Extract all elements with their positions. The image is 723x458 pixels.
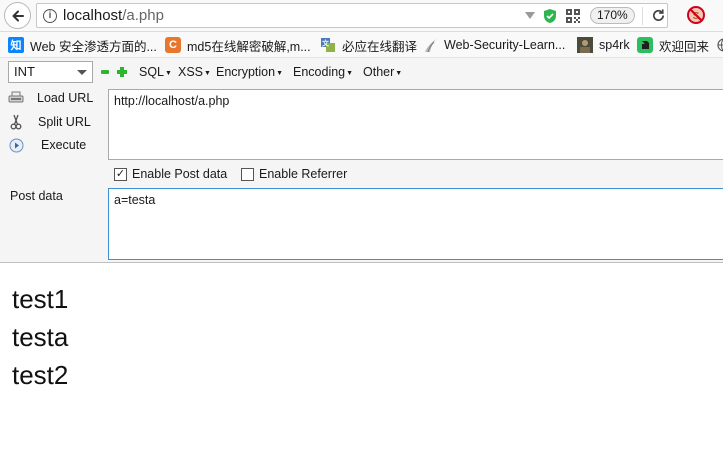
- enable-post-data-checkbox[interactable]: ✓ Enable Post data: [114, 167, 227, 181]
- menu-label: Encoding: [293, 65, 346, 79]
- bookmark-label: 欢迎回来: [659, 39, 710, 54]
- bookmark-label: 必应在线翻译: [342, 39, 418, 54]
- evernote-icon: [637, 37, 653, 53]
- enable-referrer-box[interactable]: [241, 167, 254, 181]
- cmd5-icon: C: [165, 37, 181, 53]
- scissors-icon: [8, 114, 24, 130]
- github-icon: [422, 37, 438, 53]
- load-url-icon: [8, 90, 24, 106]
- type-select-value: INT: [14, 64, 35, 79]
- svg-text:文: 文: [322, 39, 330, 48]
- zoom-level-badge[interactable]: 170%: [590, 7, 635, 24]
- urlbar-divider: [642, 7, 643, 25]
- reload-icon[interactable]: [651, 8, 666, 26]
- bookmark-label: Web 安全渗透方面的...: [30, 39, 157, 54]
- globe-icon: [716, 37, 723, 53]
- split-url-button[interactable]: Split URL: [8, 113, 91, 131]
- execute-button[interactable]: Execute: [8, 136, 86, 154]
- enable-referrer-checkbox[interactable]: Enable Referrer: [241, 167, 347, 181]
- menu-xss[interactable]: XSS▼: [178, 65, 211, 79]
- menu-other[interactable]: Other▼: [363, 65, 402, 79]
- bookmark-bing-translate[interactable]: 文 必应在线翻译: [320, 36, 417, 54]
- noscript-icon[interactable]: S: [686, 5, 706, 28]
- execute-label: Execute: [41, 138, 87, 152]
- url-textarea[interactable]: http://localhost/a.php: [108, 89, 723, 160]
- menu-encoding[interactable]: Encoding▼: [293, 65, 353, 79]
- bookmarks-toolbar: 知 Web 安全渗透方面的... C md5在线解密破解,m... 文 必应在线…: [0, 32, 723, 58]
- menu-sql[interactable]: SQL▼: [139, 65, 172, 79]
- menu-label: Other: [363, 65, 395, 79]
- dropdown-arrow-icon: ▼: [276, 70, 283, 77]
- increment-icon[interactable]: [117, 67, 127, 77]
- enable-post-data-checkmark[interactable]: ✓: [114, 167, 127, 181]
- url-host: localhost: [63, 7, 123, 24]
- bookmark-sp4rk[interactable]: sp4rk: [577, 36, 630, 54]
- url-path: /a.php: [122, 7, 164, 24]
- qr-code-icon[interactable]: [566, 9, 580, 26]
- type-select[interactable]: INT: [8, 61, 93, 83]
- output-line: test1: [12, 284, 69, 314]
- bookmark-cmd5[interactable]: C md5在线解密破解,m...: [165, 36, 311, 54]
- post-data-label: Post data: [10, 189, 63, 203]
- enable-post-data-label: Enable Post data: [132, 167, 228, 181]
- dropdown-arrow-icon: ▼: [165, 70, 172, 77]
- output-line: testa: [12, 322, 69, 352]
- menu-label: SQL: [139, 65, 165, 79]
- url-textarea-value: http://localhost/a.php: [114, 94, 230, 108]
- post-data-value: a=testa: [114, 193, 156, 207]
- play-icon: [8, 137, 24, 153]
- load-url-button[interactable]: Load URL: [8, 89, 93, 107]
- menu-label: XSS: [178, 65, 204, 79]
- url-history-dropdown-icon[interactable]: [525, 12, 535, 19]
- hackbar-panel: Load URL Split URL Execute http://localh…: [0, 86, 723, 263]
- output-line: test2: [12, 360, 69, 390]
- decrement-icon[interactable]: [101, 70, 109, 74]
- load-url-label: Load URL: [37, 91, 94, 105]
- bookmark-evernote[interactable]: 欢迎回来: [637, 36, 709, 54]
- dropdown-arrow-icon: ▼: [204, 70, 211, 77]
- dropdown-arrow-icon: ▼: [346, 70, 354, 77]
- bookmark-label: Web-Security-Learn...: [444, 38, 566, 52]
- post-data-textarea[interactable]: a=testa: [108, 188, 723, 260]
- back-arrow-icon: [12, 10, 24, 21]
- enable-referrer-label: Enable Referrer: [259, 167, 348, 181]
- hackbar-toolbar: INT SQL▼ XSS▼ Encryption▼ Encoding▼ Othe…: [0, 58, 723, 86]
- menu-label: Encryption: [216, 65, 276, 79]
- bing-translate-icon: 文: [320, 37, 336, 53]
- page-content: test1 testa test2: [12, 280, 68, 394]
- url-text[interactable]: localhost/a.php: [63, 7, 164, 24]
- split-url-label: Split URL: [38, 115, 91, 129]
- dropdown-arrow-icon: ▼: [395, 70, 403, 77]
- info-icon[interactable]: i: [43, 9, 57, 23]
- menu-encryption[interactable]: Encryption▼: [216, 65, 283, 79]
- shield-icon[interactable]: [543, 8, 557, 27]
- bookmark-label: md5在线解密破解,m...: [187, 39, 311, 54]
- back-button[interactable]: [4, 2, 31, 29]
- avatar-icon: [577, 37, 593, 53]
- url-bar[interactable]: i localhost/a.php 170%: [36, 3, 668, 28]
- bookmark-label: sp4rk: [599, 38, 630, 52]
- bookmark-zhihu[interactable]: 知 Web 安全渗透方面的...: [8, 36, 157, 54]
- bookmark-overflow[interactable]: [716, 36, 723, 54]
- zhihu-icon: 知: [8, 37, 24, 53]
- bookmark-web-security-learning[interactable]: Web-Security-Learn...: [422, 36, 565, 54]
- chevron-down-icon: [77, 70, 87, 75]
- navigation-bar: i localhost/a.php 170% S: [0, 0, 723, 32]
